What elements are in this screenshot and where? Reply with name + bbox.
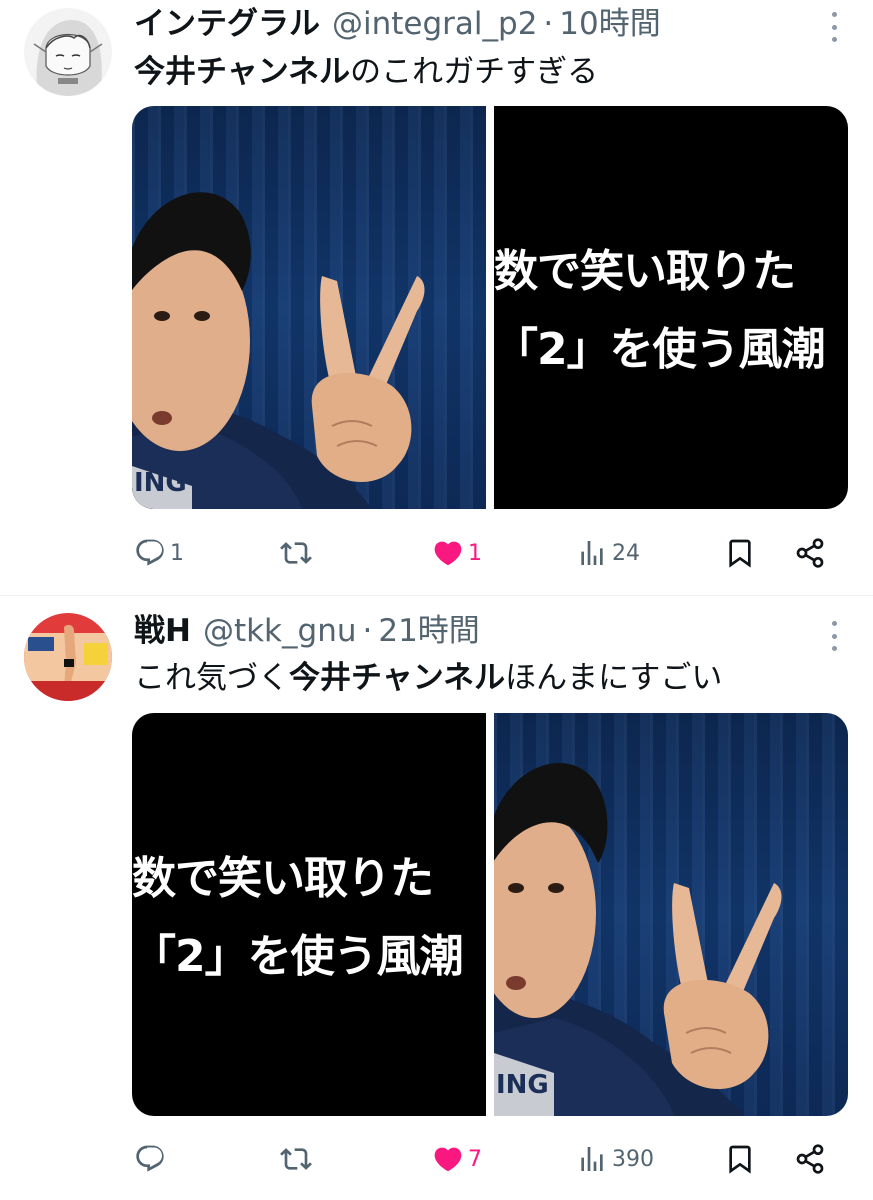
- display-name[interactable]: インテグラル: [134, 2, 320, 46]
- tweet[interactable]: 戦H @tkk_gnu · 21時間 これ気づく今井チャンネルほんまにすごい 数…: [0, 597, 873, 1200]
- like-button[interactable]: 7: [432, 1139, 482, 1179]
- like-icon-filled: [434, 541, 462, 566]
- views-icon: [581, 541, 603, 565]
- caption-line-2: 「2」を使う風潮: [494, 324, 826, 375]
- user-handle[interactable]: @tkk_gnu: [203, 609, 357, 653]
- svg-text:ING: ING: [496, 1070, 549, 1100]
- more-options-icon[interactable]: [829, 621, 839, 651]
- retweet-button[interactable]: [280, 533, 316, 573]
- tweet-text-bold[interactable]: 今井チャンネル: [289, 660, 505, 696]
- tweet-text: これ気づく今井チャンネルほんまにすごい: [134, 656, 722, 700]
- view-count: 24: [612, 540, 640, 566]
- bookmark-icon: [729, 539, 751, 568]
- share-button[interactable]: [794, 533, 826, 573]
- like-count: 7: [468, 1146, 482, 1172]
- reply-button[interactable]: [134, 1139, 170, 1179]
- like-button[interactable]: 1: [432, 533, 482, 573]
- tweet-text: 今井チャンネルのこれガチすぎる: [134, 50, 598, 94]
- tweet-header: インテグラル @integral_p2 · 10時間: [134, 2, 661, 46]
- avatar-illustration: [24, 8, 112, 96]
- retweet-button[interactable]: [280, 1139, 316, 1179]
- tweet-divider: [0, 595, 873, 596]
- bookmark-icon: [729, 1145, 751, 1174]
- views-icon: [581, 1147, 603, 1171]
- timestamp[interactable]: 21時間: [378, 609, 479, 653]
- timestamp[interactable]: 10時間: [559, 2, 660, 46]
- view-count: 390: [612, 1146, 654, 1172]
- views-button[interactable]: 24: [576, 533, 640, 573]
- reply-count: 1: [170, 540, 184, 566]
- caption-line-2: 「2」を使う風潮: [132, 931, 464, 982]
- more-options-icon[interactable]: [829, 12, 839, 42]
- media-photo-peace-sign[interactable]: ING: [132, 106, 486, 509]
- reply-icon: [136, 539, 164, 566]
- tweet[interactable]: インテグラル @integral_p2 · 10時間 今井チャンネルのこれガチす…: [0, 0, 873, 596]
- action-bar: 1 1 24: [132, 533, 832, 573]
- like-icon-filled: [434, 1147, 462, 1172]
- avatar[interactable]: [24, 613, 112, 701]
- tweet-media[interactable]: 数で笑い取りた 「2」を使う風潮 ING: [132, 713, 848, 1116]
- share-icon: [796, 538, 824, 568]
- separator-dot: ·: [543, 6, 554, 42]
- tweet-media[interactable]: ING 数で笑い取りた 「2」を使う風潮: [132, 106, 848, 509]
- share-icon: [796, 1144, 824, 1174]
- avatar-illustration: [24, 613, 112, 701]
- avatar[interactable]: [24, 8, 112, 96]
- svg-text:ING: ING: [134, 468, 187, 498]
- like-count: 1: [468, 540, 482, 566]
- separator-dot: ·: [362, 613, 373, 649]
- retweet-icon: [280, 542, 312, 564]
- reply-button[interactable]: 1: [134, 533, 184, 573]
- reply-icon: [136, 1145, 164, 1172]
- action-bar: 7 390: [132, 1139, 832, 1179]
- display-name[interactable]: 戦H: [134, 609, 191, 653]
- media-photo-peace-sign[interactable]: ING: [494, 713, 848, 1116]
- tweet-text-rest: ほんまにすごい: [505, 660, 723, 696]
- user-handle[interactable]: @integral_p2: [332, 2, 537, 46]
- views-button[interactable]: 390: [576, 1139, 654, 1179]
- caption-line-1: 数で笑い取りた: [494, 246, 796, 297]
- bookmark-button[interactable]: [724, 1139, 756, 1179]
- tweet-text-bold[interactable]: 今井チャンネル: [134, 54, 350, 90]
- caption-line-1: 数で笑い取りた: [132, 853, 434, 904]
- bookmark-button[interactable]: [724, 533, 756, 573]
- tweet-text-rest: のこれガチすぎる: [350, 54, 599, 90]
- tweet-text-pre: これ気づく: [134, 660, 289, 696]
- share-button[interactable]: [794, 1139, 826, 1179]
- media-caption-image[interactable]: 数で笑い取りた 「2」を使う風潮: [132, 713, 486, 1116]
- tweet-header: 戦H @tkk_gnu · 21時間: [134, 609, 480, 653]
- retweet-icon: [280, 1148, 312, 1170]
- photo-illustration: ING: [494, 763, 782, 1116]
- media-caption-image[interactable]: 数で笑い取りた 「2」を使う風潮: [494, 106, 848, 509]
- photo-illustration: ING: [132, 192, 425, 509]
